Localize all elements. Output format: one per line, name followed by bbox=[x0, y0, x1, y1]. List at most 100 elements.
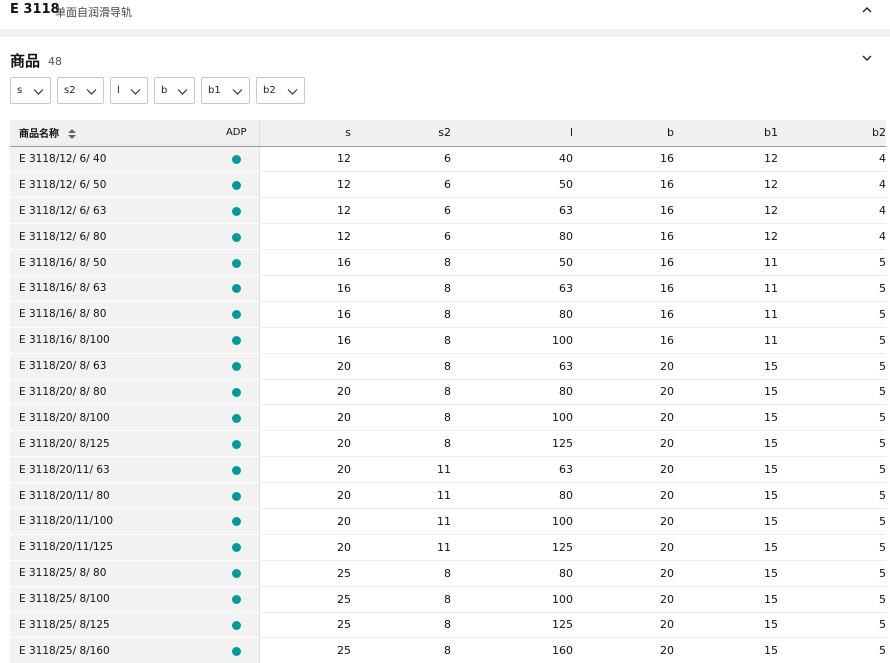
table-row[interactable]: E 3118/20/ 8/ 80 20 8 80 20 15 5 bbox=[10, 379, 886, 406]
table-row[interactable]: E 3118/20/11/100 20 11 100 20 15 5 bbox=[10, 508, 886, 535]
column-header-b[interactable]: b bbox=[583, 120, 684, 147]
cell-s2: 8 bbox=[361, 586, 461, 613]
cell-product-name[interactable]: E 3118/20/ 8/ 80 bbox=[10, 379, 214, 406]
cell-product-name[interactable]: E 3118/16/ 8/100 bbox=[10, 327, 214, 354]
table-row[interactable]: E 3118/12/ 6/ 50 12 6 50 16 12 4 bbox=[10, 171, 886, 199]
adp-status-dot-icon bbox=[231, 646, 241, 656]
adp-status-dot-icon bbox=[231, 413, 241, 423]
cell-l: 100 bbox=[461, 586, 583, 613]
cell-b: 16 bbox=[583, 146, 684, 173]
cell-l: 63 bbox=[461, 456, 583, 484]
cell-b1: 15 bbox=[684, 482, 788, 509]
column-header-name[interactable]: 商品名称 bbox=[10, 120, 214, 147]
cell-product-name[interactable]: E 3118/16/ 8/ 80 bbox=[10, 301, 214, 328]
chevron-down-icon[interactable] bbox=[860, 51, 874, 65]
adp-status-dot-icon bbox=[231, 491, 241, 501]
table-row[interactable]: E 3118/20/ 8/100 20 8 100 20 15 5 bbox=[10, 404, 886, 432]
cell-b1: 12 bbox=[684, 223, 788, 251]
column-header-adp[interactable]: ADP bbox=[214, 120, 260, 147]
cell-s2: 6 bbox=[361, 223, 461, 251]
table-row[interactable]: E 3118/25/ 8/125 25 8 125 20 15 5 bbox=[10, 612, 886, 639]
cell-l: 80 bbox=[461, 482, 583, 509]
cell-s: 20 bbox=[259, 379, 361, 406]
cell-product-name[interactable]: E 3118/20/11/100 bbox=[10, 508, 214, 535]
cell-product-name[interactable]: E 3118/25/ 8/160 bbox=[10, 637, 214, 663]
cell-product-name[interactable]: E 3118/12/ 6/ 50 bbox=[10, 171, 214, 199]
cell-l: 80 bbox=[461, 379, 583, 406]
cell-product-name[interactable]: E 3118/25/ 8/100 bbox=[10, 586, 214, 613]
table-row[interactable]: E 3118/25/ 8/ 80 25 8 80 20 15 5 bbox=[10, 560, 886, 587]
column-header-b1[interactable]: b1 bbox=[684, 120, 788, 147]
cell-b: 16 bbox=[583, 223, 684, 251]
cell-b1: 15 bbox=[684, 404, 788, 432]
cell-product-name[interactable]: E 3118/12/ 6/ 63 bbox=[10, 197, 214, 225]
table-row[interactable]: E 3118/20/11/ 80 20 11 80 20 15 5 bbox=[10, 482, 886, 509]
cell-adp bbox=[214, 586, 260, 613]
filter-s2[interactable]: s2 bbox=[57, 77, 104, 104]
table-row[interactable]: E 3118/20/11/125 20 11 125 20 15 5 bbox=[10, 534, 886, 561]
cell-l: 40 bbox=[461, 146, 583, 173]
filter-label: b bbox=[161, 85, 168, 96]
cell-s: 25 bbox=[259, 637, 361, 663]
cell-adp bbox=[214, 146, 260, 173]
table-row[interactable]: E 3118/12/ 6/ 80 12 6 80 16 12 4 bbox=[10, 223, 886, 251]
table-row[interactable]: E 3118/25/ 8/160 25 8 160 20 15 5 bbox=[10, 637, 886, 663]
sort-icon[interactable] bbox=[68, 129, 77, 140]
cell-s2: 6 bbox=[361, 197, 461, 225]
cell-l: 100 bbox=[461, 508, 583, 535]
filter-s[interactable]: s bbox=[10, 77, 51, 104]
cell-s2: 8 bbox=[361, 612, 461, 639]
cell-product-name[interactable]: E 3118/20/ 8/125 bbox=[10, 430, 214, 458]
cell-product-name[interactable]: E 3118/12/ 6/ 40 bbox=[10, 146, 214, 173]
table-row[interactable]: E 3118/16/ 8/ 80 16 8 80 16 11 5 bbox=[10, 301, 886, 328]
chevron-down-icon bbox=[33, 89, 44, 95]
cell-product-name[interactable]: E 3118/20/11/ 63 bbox=[10, 456, 214, 484]
adp-status-dot-icon bbox=[231, 154, 241, 164]
column-header-l[interactable]: l bbox=[461, 120, 583, 147]
cell-b: 20 bbox=[583, 404, 684, 432]
cell-b1: 15 bbox=[684, 637, 788, 663]
cell-product-name[interactable]: E 3118/25/ 8/125 bbox=[10, 612, 214, 639]
column-header-s[interactable]: s bbox=[259, 120, 361, 147]
table-row[interactable]: E 3118/12/ 6/ 63 12 6 63 16 12 4 bbox=[10, 197, 886, 225]
cell-b1: 12 bbox=[684, 171, 788, 199]
cell-b2: 5 bbox=[788, 482, 886, 509]
cell-product-name[interactable]: E 3118/12/ 6/ 80 bbox=[10, 223, 214, 251]
cell-b1: 11 bbox=[684, 327, 788, 354]
table-row[interactable]: E 3118/12/ 6/ 40 12 6 40 16 12 4 bbox=[10, 146, 886, 173]
cell-adp bbox=[214, 612, 260, 639]
filter-b1[interactable]: b1 bbox=[201, 77, 250, 104]
cell-product-name[interactable]: E 3118/20/ 8/100 bbox=[10, 404, 214, 432]
cell-product-name[interactable]: E 3118/20/11/ 80 bbox=[10, 482, 214, 509]
cell-product-name[interactable]: E 3118/16/ 8/ 63 bbox=[10, 275, 214, 302]
cell-b: 16 bbox=[583, 275, 684, 302]
table-row[interactable]: E 3118/25/ 8/100 25 8 100 20 15 5 bbox=[10, 586, 886, 613]
cell-l: 63 bbox=[461, 197, 583, 225]
cell-product-name[interactable]: E 3118/20/11/125 bbox=[10, 534, 214, 561]
cell-product-name[interactable]: E 3118/25/ 8/ 80 bbox=[10, 560, 214, 587]
table-row[interactable]: E 3118/16/ 8/ 63 16 8 63 16 11 5 bbox=[10, 275, 886, 302]
filter-l[interactable]: l bbox=[110, 77, 148, 104]
cell-b: 20 bbox=[583, 534, 684, 561]
cell-b2: 5 bbox=[788, 508, 886, 535]
cell-product-name[interactable]: E 3118/16/ 8/ 50 bbox=[10, 249, 214, 276]
column-header-s2[interactable]: s2 bbox=[361, 120, 461, 147]
table-row[interactable]: E 3118/16/ 8/ 50 16 8 50 16 11 5 bbox=[10, 249, 886, 276]
table-row[interactable]: E 3118/20/ 8/ 63 20 8 63 20 15 5 bbox=[10, 353, 886, 380]
adp-status-dot-icon bbox=[231, 206, 241, 216]
table-row[interactable]: E 3118/20/11/ 63 20 11 63 20 15 5 bbox=[10, 456, 886, 484]
cell-product-name[interactable]: E 3118/20/ 8/ 63 bbox=[10, 353, 214, 380]
column-header-label: 商品名称 bbox=[19, 129, 59, 141]
table-row[interactable]: E 3118/20/ 8/125 20 8 125 20 15 5 bbox=[10, 430, 886, 458]
cell-b2: 5 bbox=[788, 404, 886, 432]
section-title: 商品 bbox=[10, 52, 41, 70]
table-row[interactable]: E 3118/16/ 8/100 16 8 100 16 11 5 bbox=[10, 327, 886, 354]
cell-s: 20 bbox=[259, 508, 361, 535]
chevron-up-icon[interactable] bbox=[860, 3, 874, 17]
cell-s: 20 bbox=[259, 534, 361, 561]
cell-s: 20 bbox=[259, 456, 361, 484]
cell-s: 16 bbox=[259, 327, 361, 354]
filter-b[interactable]: b bbox=[154, 77, 195, 104]
column-header-b2[interactable]: b2 bbox=[788, 120, 886, 147]
filter-b2[interactable]: b2 bbox=[256, 77, 305, 104]
